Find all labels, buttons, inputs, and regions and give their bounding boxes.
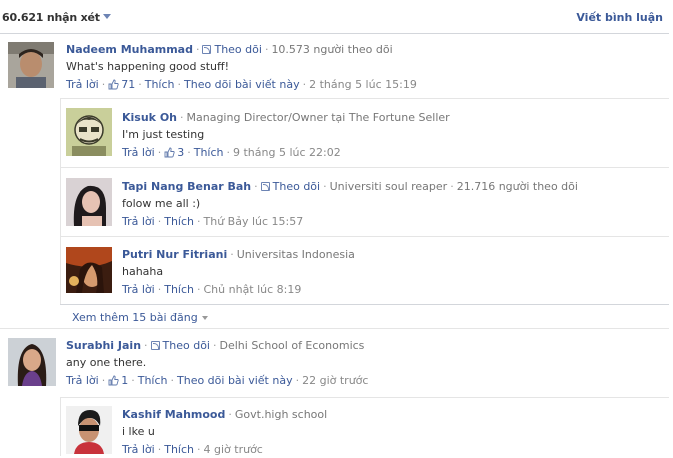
commenter-name[interactable]: Nadeem Muhammad bbox=[66, 43, 193, 56]
timestamp[interactable]: Thứ Bảy lúc 15:57 bbox=[204, 215, 304, 228]
thumbs-up-icon bbox=[108, 79, 119, 90]
commenter-name[interactable]: Kashif Mahmood bbox=[122, 408, 225, 421]
commenter-name[interactable]: Putri Nur Fitriani bbox=[122, 248, 227, 261]
comment-item: Surabhi Jain · Theo dõi · Delhi School of Ec… bbox=[0, 329, 669, 399]
thumbs-up-icon bbox=[108, 375, 119, 386]
thumbs-up-icon bbox=[164, 147, 175, 158]
avatar[interactable] bbox=[8, 338, 56, 386]
like-count[interactable]: 3 bbox=[177, 146, 184, 159]
commenter-name[interactable]: Surabhi Jain bbox=[66, 339, 141, 352]
reply-link[interactable]: Trả lời bbox=[122, 215, 155, 228]
commenter-name[interactable]: Kisuk Oh bbox=[122, 111, 177, 124]
reply-link[interactable]: Trả lời bbox=[122, 146, 155, 159]
avatar[interactable] bbox=[8, 42, 54, 88]
comments-header: 60.621 nhận xét Viết bình luận bbox=[0, 0, 669, 34]
follow-post-link[interactable]: Theo dõi bài viết này bbox=[177, 374, 293, 387]
like-link[interactable]: Thích bbox=[164, 443, 194, 456]
like-link[interactable]: Thích bbox=[145, 78, 175, 91]
like-count[interactable]: 1 bbox=[121, 374, 128, 387]
like-link[interactable]: Thích bbox=[194, 146, 224, 159]
commenter-school: Universitas Indonesia bbox=[236, 248, 355, 261]
commenter-school: Universiti soul reaper bbox=[329, 180, 448, 193]
reply-link[interactable]: Trả lời bbox=[122, 283, 155, 296]
like-count[interactable]: 71 bbox=[121, 78, 135, 91]
avatar[interactable] bbox=[66, 247, 112, 293]
avatar[interactable] bbox=[66, 406, 112, 454]
chevron-down-icon[interactable] bbox=[102, 14, 111, 19]
follow-link[interactable]: Theo dõi bbox=[273, 180, 320, 193]
avatar[interactable] bbox=[66, 178, 112, 226]
reply-link[interactable]: Trả lời bbox=[66, 78, 99, 91]
avatar[interactable] bbox=[66, 108, 112, 156]
reply-item: Kisuk Oh · Managing Director/Owner tại The… bbox=[60, 99, 669, 167]
comment-text: folow me all :) bbox=[122, 197, 201, 210]
commenter-school: Delhi School of Economics bbox=[219, 339, 365, 352]
reply-item: Tapi Nang Benar Bah · Theo dõi · Universiti … bbox=[60, 168, 669, 236]
like-link[interactable]: Thích bbox=[138, 374, 168, 387]
reply-link[interactable]: Trả lời bbox=[66, 374, 99, 387]
timestamp[interactable]: 4 giờ trước bbox=[204, 443, 263, 456]
see-more-posts-link[interactable]: Xem thêm 15 bài đăng bbox=[72, 311, 208, 324]
commenter-name[interactable]: Tapi Nang Benar Bah bbox=[122, 180, 251, 193]
comment-text: any one there. bbox=[66, 356, 147, 369]
reply-item: Kashif Mahmood · Govt.high school i lke u … bbox=[60, 398, 669, 456]
comment-text: hahaha bbox=[122, 265, 164, 278]
follower-count: 10.573 người theo dõi bbox=[271, 43, 393, 56]
like-link[interactable]: Thích bbox=[164, 215, 194, 228]
chevron-down-icon bbox=[201, 316, 208, 320]
comment-item: Nadeem Muhammad · Theo dõi · 10.573 người th… bbox=[0, 34, 669, 98]
follow-link[interactable]: Theo dõi bbox=[214, 43, 261, 56]
reply-link[interactable]: Trả lời bbox=[122, 443, 155, 456]
comment-count[interactable]: 60.621 nhận xét bbox=[2, 11, 111, 24]
comment-text: I'm just testing bbox=[122, 128, 205, 141]
rss-icon bbox=[260, 182, 270, 191]
follower-count: 21.716 người theo dõi bbox=[456, 180, 578, 193]
rss-icon bbox=[202, 45, 212, 54]
write-comment-link[interactable]: Viết bình luận bbox=[576, 11, 663, 24]
reply-item: Putri Nur Fitriani · Universitas Indonesia… bbox=[60, 237, 669, 304]
comment-text: What's happening good stuff! bbox=[66, 60, 230, 73]
timestamp[interactable]: 2 tháng 5 lúc 15:19 bbox=[309, 78, 417, 91]
comment-text: i lke u bbox=[122, 425, 155, 438]
follow-link[interactable]: Theo dõi bbox=[163, 339, 210, 352]
rss-icon bbox=[150, 341, 160, 350]
timestamp[interactable]: 22 giờ trước bbox=[302, 374, 368, 387]
like-link[interactable]: Thích bbox=[164, 283, 194, 296]
timestamp[interactable]: Chủ nhật lúc 8:19 bbox=[204, 283, 302, 296]
follow-post-link[interactable]: Theo dõi bài viết này bbox=[184, 78, 300, 91]
timestamp[interactable]: 9 tháng 5 lúc 22:02 bbox=[233, 146, 341, 159]
commenter-workplace: Managing Director/Owner tại The Fortune … bbox=[186, 111, 450, 124]
commenter-school: Govt.high school bbox=[234, 408, 328, 421]
